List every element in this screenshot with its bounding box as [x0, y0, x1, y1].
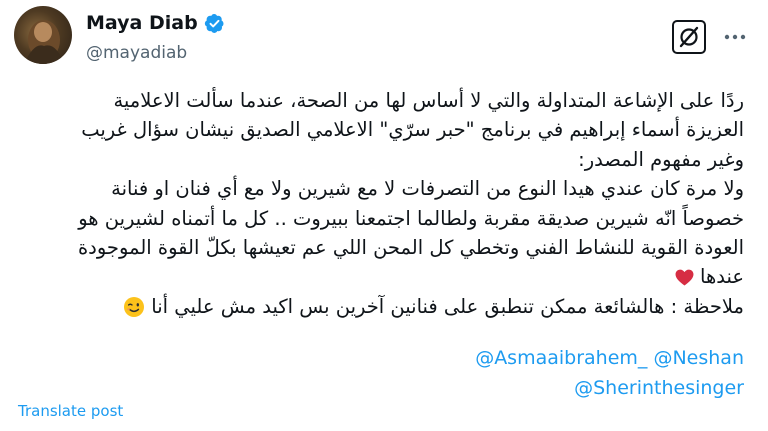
author-display-name[interactable]: Maya Diab — [86, 12, 198, 34]
tweet-line-text: ملاحظة : هالشائعة ممكن تنطبق على فنانين … — [151, 294, 744, 318]
grok-icon — [679, 26, 699, 48]
tweet-line: العزيزة أسماء إبراهيم في برنامج "حبر سرّ… — [81, 118, 744, 142]
tweet-line-with-emoji: ملاحظة : هالشائعة ممكن تنطبق على فنانين … — [22, 292, 744, 321]
tweet-line: العودة القوية للنشاط الفني وتخطي كل المح… — [77, 236, 744, 260]
mention-link[interactable]: @Asmaaibrahem_ — [475, 347, 647, 369]
mention-link[interactable]: @Neshan — [653, 347, 744, 369]
mention-line: @Sherinthesinger — [475, 373, 744, 403]
grok-button[interactable] — [672, 20, 706, 54]
red-heart-icon — [675, 269, 694, 286]
author-handle[interactable]: @mayadiab — [86, 43, 187, 63]
verified-badge-icon — [204, 13, 224, 33]
avatar-image — [24, 20, 64, 64]
tweet-line: ولا مرة كان عندي هيدا النوع من التصرفات … — [111, 177, 744, 201]
tweet-line: وغير مفهوم المصدر: — [578, 147, 744, 171]
avatar[interactable] — [14, 6, 72, 64]
more-options-button[interactable] — [722, 27, 748, 47]
mention-link[interactable]: @Sherinthesinger — [574, 377, 744, 399]
tweet-text: ردًا على الإشاعة المتداولة والتي لا أساس… — [22, 86, 744, 321]
tweet-line: ردًا على الإشاعة المتداولة والتي لا أساس… — [113, 89, 744, 112]
winking-face-icon — [124, 296, 145, 317]
tweet-line-text: عندها — [700, 265, 744, 289]
mentions: @Asmaaibrahem_ @Neshan @Sherinthesinger — [475, 343, 744, 403]
more-options-icon — [724, 34, 746, 40]
translate-post-link[interactable]: Translate post — [18, 402, 123, 420]
mention-line: @Asmaaibrahem_ @Neshan — [475, 343, 744, 373]
tweet-line-with-heart: عندها — [22, 262, 744, 291]
tweet-line: خصوصاً انّه شيرين صديقة مقربة ولطالما اج… — [78, 206, 744, 230]
author-name-row: Maya Diab — [86, 12, 225, 34]
